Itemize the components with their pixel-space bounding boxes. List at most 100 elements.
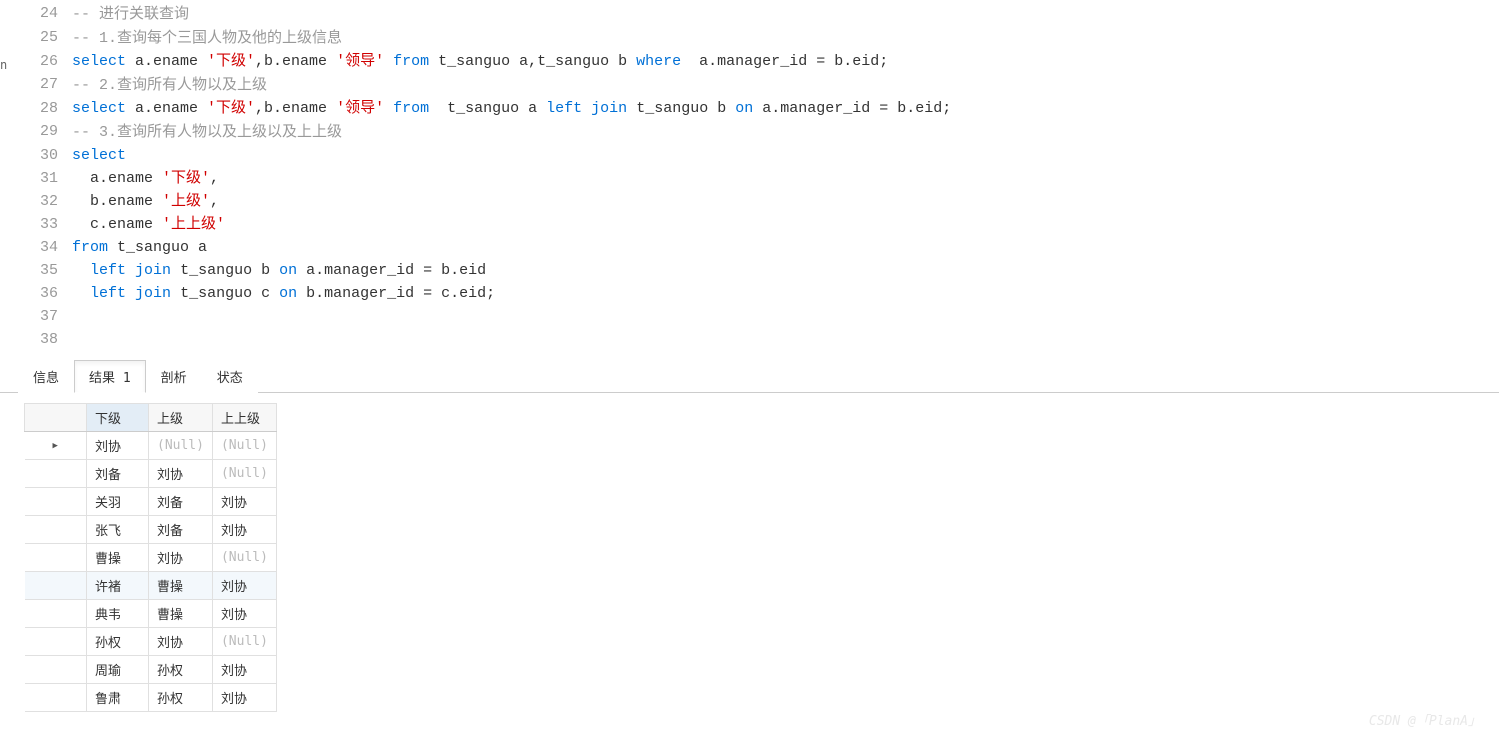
cell[interactable]: (Null) xyxy=(149,432,213,460)
code-content[interactable]: select a.ename '下级',b.ename '领导' from t_… xyxy=(72,50,1499,73)
code-content[interactable]: from t_sanguo a xyxy=(72,236,1499,259)
line-number: 31 xyxy=(0,167,72,190)
code-line[interactable]: 37 xyxy=(0,305,1499,328)
code-line[interactable]: 28select a.ename '下级',b.ename '领导' from … xyxy=(0,97,1499,120)
row-marker xyxy=(25,544,87,572)
cell[interactable]: 刘协 xyxy=(212,572,276,600)
row-marker xyxy=(25,488,87,516)
line-number: 38 xyxy=(0,328,72,351)
watermark: CSDN @「PlanA」 xyxy=(1369,710,1481,729)
row-marker xyxy=(25,684,87,712)
table-row[interactable]: 许褚曹操刘协 xyxy=(25,572,277,600)
cell[interactable]: 刘备 xyxy=(87,460,149,488)
code-line[interactable]: 26select a.ename '下级',b.ename '领导' from … xyxy=(0,50,1499,73)
cell[interactable]: 刘协 xyxy=(212,488,276,516)
tab-0[interactable]: 信息 xyxy=(18,360,74,393)
table-row[interactable]: 刘备刘协(Null) xyxy=(25,460,277,488)
column-header[interactable]: 上上级 xyxy=(212,404,276,432)
code-content[interactable]: left join t_sanguo b on a.manager_id = b… xyxy=(72,259,1499,282)
line-number: 34 xyxy=(0,236,72,259)
code-content[interactable] xyxy=(72,305,1499,328)
cell[interactable]: 刘协 xyxy=(87,432,149,460)
code-content[interactable]: c.ename '上上级' xyxy=(72,213,1499,236)
tab-1[interactable]: 结果 1 xyxy=(74,360,146,393)
code-content[interactable]: -- 进行关联查询 xyxy=(72,2,1499,26)
row-marker xyxy=(25,628,87,656)
code-content[interactable]: a.ename '下级', xyxy=(72,167,1499,190)
line-number: 29 xyxy=(0,120,72,144)
cell[interactable]: (Null) xyxy=(212,460,276,488)
cell[interactable]: 刘协 xyxy=(149,628,213,656)
cell[interactable]: 刘协 xyxy=(212,516,276,544)
code-line[interactable]: 27-- 2.查询所有人物以及上级 xyxy=(0,73,1499,97)
cell[interactable]: 曹操 xyxy=(87,544,149,572)
table-row[interactable]: 张飞刘备刘协 xyxy=(25,516,277,544)
cell[interactable]: 许褚 xyxy=(87,572,149,600)
tab-2[interactable]: 剖析 xyxy=(146,360,202,393)
cell[interactable]: (Null) xyxy=(212,628,276,656)
result-tabs: 信息结果 1剖析状态 xyxy=(0,359,1499,393)
code-line[interactable]: 36 left join t_sanguo c on b.manager_id … xyxy=(0,282,1499,305)
line-number: 33 xyxy=(0,213,72,236)
table-row[interactable]: 典韦曹操刘协 xyxy=(25,600,277,628)
code-line[interactable]: 30select xyxy=(0,144,1499,167)
cell[interactable]: 周瑜 xyxy=(87,656,149,684)
cell[interactable]: 鲁肃 xyxy=(87,684,149,712)
code-content[interactable]: select a.ename '下级',b.ename '领导' from t_… xyxy=(72,97,1499,120)
cell[interactable]: 关羽 xyxy=(87,488,149,516)
left-fragment: n xyxy=(0,58,7,72)
cell[interactable]: (Null) xyxy=(212,544,276,572)
tab-3[interactable]: 状态 xyxy=(202,360,258,393)
cell[interactable]: 刘备 xyxy=(149,516,213,544)
cell[interactable]: 孙权 xyxy=(149,656,213,684)
results-panel: 下级上级上上级▶刘协(Null)(Null)刘备刘协(Null)关羽刘备刘协张飞… xyxy=(0,393,1499,712)
code-line[interactable]: 32 b.ename '上级', xyxy=(0,190,1499,213)
column-header[interactable]: 下级 xyxy=(87,404,149,432)
table-row[interactable]: ▶刘协(Null)(Null) xyxy=(25,432,277,460)
code-content[interactable]: b.ename '上级', xyxy=(72,190,1499,213)
table-row[interactable]: 孙权刘协(Null) xyxy=(25,628,277,656)
row-marker xyxy=(25,572,87,600)
code-line[interactable]: 35 left join t_sanguo b on a.manager_id … xyxy=(0,259,1499,282)
table-row[interactable]: 关羽刘备刘协 xyxy=(25,488,277,516)
cell[interactable]: 刘协 xyxy=(149,544,213,572)
code-content[interactable]: -- 3.查询所有人物以及上级以及上上级 xyxy=(72,120,1499,144)
line-number: 26 xyxy=(0,50,72,73)
line-number: 28 xyxy=(0,97,72,120)
code-line[interactable]: 24-- 进行关联查询 xyxy=(0,2,1499,26)
cell[interactable]: 孙权 xyxy=(149,684,213,712)
cell[interactable]: 曹操 xyxy=(149,572,213,600)
line-number: 25 xyxy=(0,26,72,50)
cell[interactable]: 刘协 xyxy=(212,600,276,628)
code-content[interactable]: select xyxy=(72,144,1499,167)
code-line[interactable]: 38 xyxy=(0,328,1499,351)
line-number: 36 xyxy=(0,282,72,305)
cell[interactable]: (Null) xyxy=(212,432,276,460)
column-header[interactable]: 上级 xyxy=(149,404,213,432)
code-content[interactable]: -- 1.查询每个三国人物及他的上级信息 xyxy=(72,26,1499,50)
row-marker xyxy=(25,460,87,488)
cell[interactable]: 刘协 xyxy=(212,656,276,684)
code-line[interactable]: 31 a.ename '下级', xyxy=(0,167,1499,190)
sql-editor[interactable]: 24-- 进行关联查询25-- 1.查询每个三国人物及他的上级信息26selec… xyxy=(0,0,1499,353)
code-content[interactable] xyxy=(72,328,1499,351)
row-marker xyxy=(25,600,87,628)
code-content[interactable]: left join t_sanguo c on b.manager_id = c… xyxy=(72,282,1499,305)
code-content[interactable]: -- 2.查询所有人物以及上级 xyxy=(72,73,1499,97)
code-line[interactable]: 29-- 3.查询所有人物以及上级以及上上级 xyxy=(0,120,1499,144)
cell[interactable]: 张飞 xyxy=(87,516,149,544)
row-marker xyxy=(25,516,87,544)
table-row[interactable]: 周瑜孙权刘协 xyxy=(25,656,277,684)
cell[interactable]: 刘协 xyxy=(149,460,213,488)
results-table[interactable]: 下级上级上上级▶刘协(Null)(Null)刘备刘协(Null)关羽刘备刘协张飞… xyxy=(24,403,277,712)
table-row[interactable]: 曹操刘协(Null) xyxy=(25,544,277,572)
cell[interactable]: 刘备 xyxy=(149,488,213,516)
table-row[interactable]: 鲁肃孙权刘协 xyxy=(25,684,277,712)
code-line[interactable]: 25-- 1.查询每个三国人物及他的上级信息 xyxy=(0,26,1499,50)
cell[interactable]: 典韦 xyxy=(87,600,149,628)
cell[interactable]: 刘协 xyxy=(212,684,276,712)
code-line[interactable]: 34from t_sanguo a xyxy=(0,236,1499,259)
cell[interactable]: 孙权 xyxy=(87,628,149,656)
code-line[interactable]: 33 c.ename '上上级' xyxy=(0,213,1499,236)
cell[interactable]: 曹操 xyxy=(149,600,213,628)
